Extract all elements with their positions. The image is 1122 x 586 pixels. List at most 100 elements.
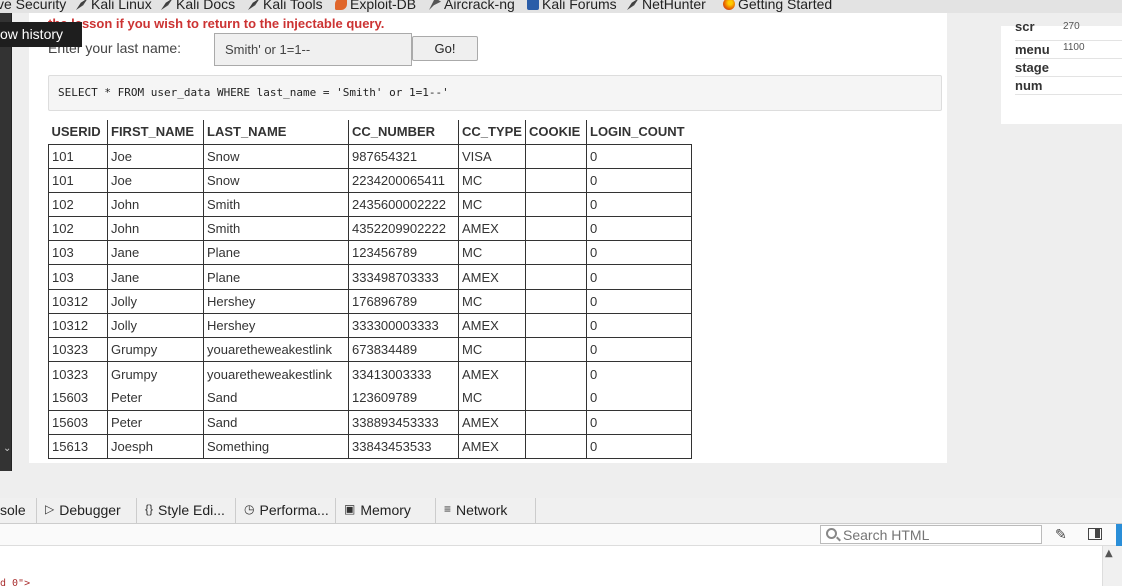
results-table: USERID FIRST_NAME LAST_NAME CC_NUMBER CC… bbox=[48, 120, 692, 459]
chevron-down-icon[interactable]: ⌄ bbox=[3, 443, 11, 454]
tab-memory[interactable]: ▣ Memory bbox=[336, 498, 436, 524]
table-cell: 0 bbox=[586, 143, 692, 169]
table-cell: Plane bbox=[203, 240, 349, 266]
table-cell: 0 bbox=[586, 288, 692, 314]
memory-icon: ▣ bbox=[344, 502, 356, 516]
search-html-input[interactable] bbox=[820, 525, 1042, 544]
table-row: 103 Jane Plane 123456789 MC 0 bbox=[48, 240, 692, 266]
table-row: 15603 Peter Sand 123609789 MC 0 bbox=[48, 385, 692, 411]
dock-side-icon[interactable] bbox=[1088, 528, 1102, 540]
table-cell: 10312 bbox=[48, 312, 108, 339]
table-cell: Sand bbox=[203, 385, 349, 411]
bookmark-label: Aircrack-ng bbox=[444, 0, 515, 12]
lesson-warning: the lesson if you wish to return to the … bbox=[48, 16, 385, 31]
bookmark-label: Exploit-DB bbox=[350, 0, 417, 12]
param-row-menu: menu 1100 bbox=[1015, 41, 1122, 59]
page-content: the lesson if you wish to return to the … bbox=[0, 13, 1122, 498]
bookmark-label: Kali Forums bbox=[542, 0, 617, 12]
performance-icon: ◷ bbox=[244, 502, 255, 516]
aircrack-icon bbox=[429, 0, 441, 10]
bookmarks-toolbar: ve Security Kali Linux Kali Docs Kali To… bbox=[0, 0, 1122, 13]
bookmark-nethunter[interactable]: NetHunter bbox=[627, 0, 706, 12]
column-header: LAST_NAME bbox=[203, 120, 349, 144]
lesson-panel: the lesson if you wish to return to the … bbox=[29, 13, 947, 463]
bookmark-label: Kali Docs bbox=[176, 0, 236, 12]
table-cell: 10312 bbox=[48, 288, 108, 314]
column-header: LOGIN_COUNT bbox=[586, 120, 692, 144]
scroll-up-icon[interactable]: ▲ bbox=[1105, 548, 1113, 559]
last-name-input[interactable] bbox=[214, 33, 412, 66]
bookmark-exploit-db[interactable]: Exploit-DB bbox=[335, 0, 416, 12]
param-value: 270 bbox=[1063, 21, 1080, 32]
param-key: num bbox=[1015, 78, 1043, 93]
table-cell: John bbox=[107, 191, 204, 218]
table-cell: 0 bbox=[586, 409, 692, 435]
tab-performance[interactable]: ◷ Performa... bbox=[236, 498, 336, 524]
table-cell: 673834489 bbox=[348, 336, 459, 363]
bookmark-label: Kali Linux bbox=[91, 0, 152, 12]
inspector-toolbar: ✎ bbox=[0, 524, 1122, 546]
show-history-button[interactable]: ow history bbox=[0, 22, 82, 47]
go-button[interactable]: Go! bbox=[412, 36, 478, 61]
bookmark-kali-linux[interactable]: Kali Linux bbox=[76, 0, 152, 12]
table-row: 101 Joe Snow 987654321 VISA 0 bbox=[48, 143, 692, 169]
table-cell bbox=[525, 191, 587, 218]
tab-console[interactable]: sole bbox=[0, 498, 37, 524]
table-cell: 0 bbox=[586, 240, 692, 266]
table-cell bbox=[525, 385, 587, 411]
tab-label: Memory bbox=[360, 502, 411, 518]
bookmark-kali-tools[interactable]: Kali Tools bbox=[248, 0, 323, 12]
table-cell: 33413003333 bbox=[348, 361, 459, 386]
bookmark-label: NetHunter bbox=[642, 0, 706, 12]
show-history-label: ow history bbox=[0, 26, 64, 42]
table-cell: MC bbox=[458, 288, 526, 314]
bookmark-kali-docs[interactable]: Kali Docs bbox=[161, 0, 235, 12]
tab-label: Debugger bbox=[59, 502, 121, 518]
table-cell: 10323 bbox=[48, 361, 108, 386]
table-cell bbox=[525, 409, 587, 435]
column-header: COOKIE bbox=[525, 120, 587, 144]
table-cell: 333300003333 bbox=[348, 312, 459, 339]
table-cell: 103 bbox=[48, 264, 108, 290]
table-cell: MC bbox=[458, 240, 526, 266]
tab-label: Network bbox=[456, 502, 508, 518]
bookmark-getting-started[interactable]: Getting Started bbox=[723, 0, 832, 12]
tab-debugger[interactable]: ▷ Debugger bbox=[37, 498, 137, 524]
table-cell: 123456789 bbox=[348, 240, 459, 266]
table-cell: 0 bbox=[586, 216, 692, 242]
bookmark-kali-forums[interactable]: Kali Forums bbox=[527, 0, 617, 12]
table-cell bbox=[525, 264, 587, 290]
tab-network[interactable]: ≡ Network bbox=[436, 498, 536, 524]
table-row: 102 John Smith 2435600002222 MC 0 bbox=[48, 191, 692, 218]
table-cell: Joe bbox=[107, 143, 204, 169]
table-cell: 15613 bbox=[48, 433, 108, 459]
table-cell: Smith bbox=[203, 216, 349, 242]
table-cell: Smith bbox=[203, 191, 349, 218]
table-cell: 15603 bbox=[48, 385, 108, 411]
bookmark-aircrack-ng[interactable]: Aircrack-ng bbox=[429, 0, 515, 12]
param-row-stage: stage bbox=[1015, 59, 1122, 77]
tab-style-editor[interactable]: {} Style Edi... bbox=[137, 498, 236, 524]
parameters-panel: scr 270 menu 1100 stage num bbox=[1001, 19, 1122, 124]
table-cell: Sand bbox=[203, 409, 349, 435]
table-cell: MC bbox=[458, 191, 526, 218]
table-cell: 15603 bbox=[48, 409, 108, 435]
history-sidebar bbox=[0, 13, 12, 471]
table-row: 101 Joe Snow 2234200065411 MC 0 bbox=[48, 167, 692, 193]
column-header: CC_NUMBER bbox=[348, 120, 459, 144]
table-cell: John bbox=[107, 216, 204, 242]
table-cell: 0 bbox=[586, 433, 692, 459]
column-header: USERID bbox=[51, 124, 101, 140]
firefox-icon bbox=[723, 0, 735, 10]
table-cell: AMEX bbox=[458, 312, 526, 339]
param-key: menu bbox=[1015, 42, 1050, 57]
table-cell: AMEX bbox=[458, 216, 526, 242]
bookmark-offensive-security[interactable]: ve Security bbox=[0, 0, 66, 12]
table-cell: 338893453333 bbox=[348, 409, 459, 435]
table-cell: 4352209902222 bbox=[348, 216, 459, 242]
table-cell: Snow bbox=[203, 143, 349, 169]
sql-query-display: SELECT * FROM user_data WHERE last_name … bbox=[48, 75, 942, 111]
eyedropper-icon[interactable]: ✎ bbox=[1055, 527, 1067, 543]
table-cell: AMEX bbox=[458, 409, 526, 435]
table-cell: Jolly bbox=[107, 312, 204, 339]
